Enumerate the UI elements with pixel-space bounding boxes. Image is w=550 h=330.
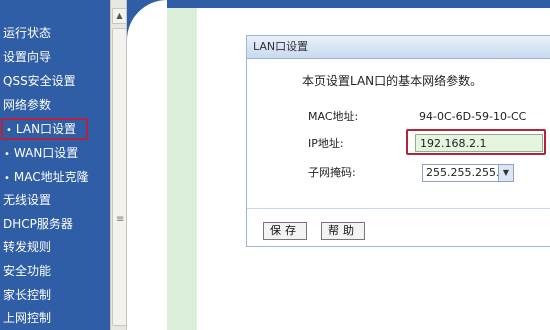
bullet-icon: •	[4, 173, 10, 184]
menu-item-label: 无线设置	[3, 193, 52, 207]
menu-item-label: 安全功能	[3, 264, 52, 278]
menu-item-setup-wizard[interactable]: 设置向导	[3, 47, 51, 67]
scroll-up-arrow-icon[interactable]: ▲	[112, 8, 127, 24]
menu-item-wireless[interactable]: 无线设置	[3, 190, 51, 210]
menu-item-label: 网络参数	[3, 98, 52, 112]
mask-label: 子网掩码:	[308, 166, 356, 179]
help-button[interactable]: 帮助	[321, 222, 365, 240]
menu-item-run-status[interactable]: 运行状态	[3, 23, 51, 43]
menu-item-label: 转发规则	[3, 240, 52, 254]
menu-item-network-params[interactable]: 网络参数	[3, 95, 51, 115]
menu-item-lan-settings[interactable]: • LAN口设置	[1, 118, 89, 140]
panel-description: 本页设置LAN口的基本网络参数。	[302, 74, 483, 88]
top-band	[127, 0, 550, 8]
menu-item-label: 设置向导	[3, 50, 52, 64]
ip-label: IP地址:	[308, 137, 344, 150]
menu-item-qss-security[interactable]: QSS安全设置	[3, 71, 76, 91]
menu-item-label: 运行状态	[3, 26, 52, 40]
menu-item-wan-settings[interactable]: • WAN口设置	[4, 143, 78, 163]
save-button[interactable]: 保存	[263, 222, 307, 240]
menu-item-parental-control[interactable]: 家长控制	[3, 285, 51, 305]
bullet-icon: •	[4, 149, 10, 160]
mac-label: MAC地址:	[308, 110, 359, 123]
menu-item-label: 家长控制	[3, 288, 52, 302]
subnet-mask-value: 255.255.255.0	[426, 166, 507, 179]
grip-icon: ≡	[116, 214, 125, 225]
sidebar-nav: 运行状态 设置向导 QSS安全设置 网络参数 • LAN口设置 • WAN口设置 •…	[0, 0, 110, 330]
dropdown-arrow-icon[interactable]: ▼	[498, 165, 513, 181]
menu-item-mac-clone[interactable]: • MAC地址克隆	[4, 167, 89, 187]
menu-item-security[interactable]: 安全功能	[3, 261, 51, 281]
bullet-icon: •	[6, 125, 12, 136]
mac-value: 94-0C-6D-59-10-CC	[419, 110, 527, 123]
divider	[247, 208, 550, 209]
menu-item-label: MAC地址克隆	[13, 170, 89, 184]
menu-item-label: WAN口设置	[13, 146, 79, 160]
menu-item-label: 上网控制	[3, 311, 52, 325]
lan-settings-panel: LAN口设置 本页设置LAN口的基本网络参数。 MAC地址: 94-0C-6D-…	[246, 35, 550, 247]
subnet-mask-select[interactable]: 255.255.255.0 ▼	[422, 164, 514, 182]
menu-item-dhcp[interactable]: DHCP服务器	[3, 214, 73, 234]
panel-title: LAN口设置	[247, 36, 550, 59]
ip-address-input[interactable]	[415, 134, 543, 152]
sidebar-scrollbar[interactable]: ▲ ≡	[110, 0, 127, 330]
menu-item-forwarding[interactable]: 转发规则	[3, 237, 51, 257]
menu-item-label: DHCP服务器	[3, 217, 73, 231]
menu-item-label: LAN口设置	[15, 122, 77, 136]
menu-item-label: QSS安全设置	[3, 74, 76, 88]
scroll-thumb[interactable]: ≡	[112, 28, 127, 326]
content-strip	[167, 8, 197, 330]
menu-item-access-control[interactable]: 上网控制	[3, 308, 51, 328]
